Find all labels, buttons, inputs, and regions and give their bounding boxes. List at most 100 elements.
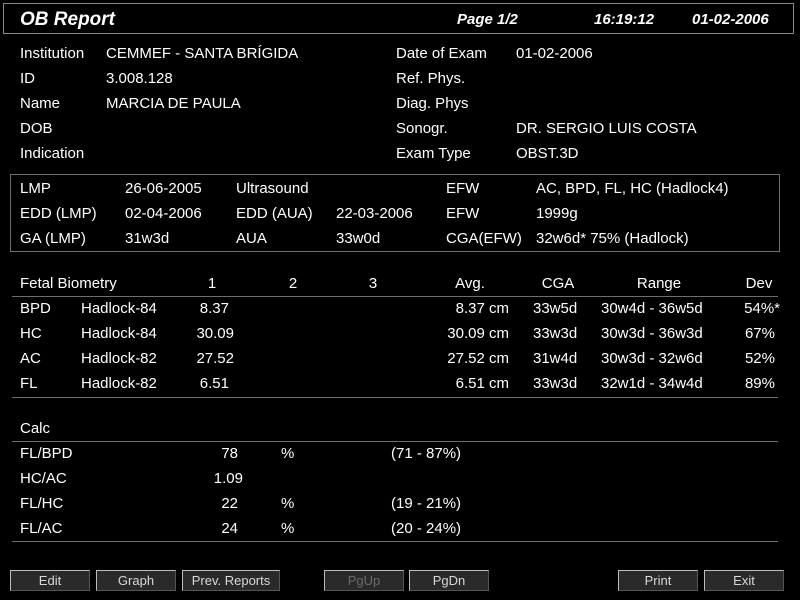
biometry-avg: 6.51 cm bbox=[455, 375, 509, 392]
sonographer-label: Sonogr. bbox=[396, 120, 448, 137]
header-time: 16:19:12 bbox=[594, 11, 655, 28]
biometry-name: BPD bbox=[20, 300, 51, 317]
calc-unit: % bbox=[281, 520, 295, 537]
title-bar: OB Report Page 1/2 16:19:12 01-02-2006 bbox=[3, 3, 794, 34]
biometry-name: HC bbox=[20, 325, 42, 342]
name-label: Name bbox=[20, 95, 61, 112]
calc-value: 1.09 bbox=[213, 470, 243, 487]
exit-button[interactable]: Exit bbox=[704, 570, 784, 591]
biometry-avg: 8.37 cm bbox=[455, 300, 509, 317]
calc-bottom-divider bbox=[12, 541, 778, 542]
biometry-measure-1: 6.51 bbox=[199, 375, 229, 392]
page-down-button[interactable]: PgDn bbox=[409, 570, 489, 591]
biometry-avg: 30.09 cm bbox=[447, 325, 509, 342]
biometry-dev: 54%* bbox=[744, 300, 780, 317]
exam-type-value: OBST.3D bbox=[516, 145, 579, 162]
calc-value: 78 bbox=[221, 445, 238, 462]
biometry-name: FL bbox=[20, 375, 38, 392]
institution-label: Institution bbox=[20, 45, 85, 62]
name-value: MARCIA DE PAULA bbox=[106, 95, 241, 112]
edit-button[interactable]: Edit bbox=[10, 570, 90, 591]
calc-name: FL/BPD bbox=[20, 445, 73, 462]
biometry-method: Hadlock-84 bbox=[81, 325, 157, 342]
efw-label: EFW bbox=[446, 180, 480, 197]
biometry-bottom-divider bbox=[12, 397, 778, 398]
exam-date-value: 01-02-2006 bbox=[516, 45, 593, 62]
ref-phys-label: Ref. Phys. bbox=[396, 70, 466, 87]
edd-aua-value: 22-03-2006 bbox=[336, 205, 413, 222]
biometry-method: Hadlock-82 bbox=[81, 350, 157, 367]
efw-method: AC, BPD, FL, HC (Hadlock4) bbox=[536, 180, 729, 197]
edd-lmp-label: EDD (LMP) bbox=[20, 205, 97, 222]
biometry-method: Hadlock-82 bbox=[81, 375, 157, 392]
exam-type-label: Exam Type bbox=[396, 145, 471, 162]
calc-value: 22 bbox=[221, 495, 238, 512]
biometry-header-2: 2 bbox=[288, 275, 298, 292]
lmp-label: LMP bbox=[20, 180, 51, 197]
biometry-measure-1: 8.37 bbox=[199, 300, 229, 317]
print-button[interactable]: Print bbox=[618, 570, 698, 591]
sonographer-value: DR. SERGIO LUIS COSTA bbox=[516, 120, 697, 137]
aua-label: AUA bbox=[236, 230, 267, 247]
biometry-range: 30w4d - 36w5d bbox=[601, 300, 703, 317]
biometry-name: AC bbox=[20, 350, 41, 367]
dob-label: DOB bbox=[20, 120, 53, 137]
calc-divider bbox=[12, 441, 778, 442]
calc-name: FL/AC bbox=[20, 520, 63, 537]
prev-reports-button[interactable]: Prev. Reports bbox=[182, 570, 280, 591]
calc-unit: % bbox=[281, 445, 295, 462]
biometry-range: 32w1d - 34w4d bbox=[601, 375, 703, 392]
calc-range: (71 - 87%) bbox=[391, 445, 462, 462]
edd-aua-label: EDD (AUA) bbox=[236, 205, 313, 222]
biometry-header-title: Fetal Biometry bbox=[20, 275, 117, 292]
biometry-cga: 31w4d bbox=[533, 350, 578, 367]
lmp-value: 26-06-2005 bbox=[125, 180, 202, 197]
biometry-header-avg: Avg. bbox=[455, 275, 485, 292]
efw-weight-label: EFW bbox=[446, 205, 480, 222]
report-title: OB Report bbox=[20, 9, 115, 30]
efw-weight-value: 1999g bbox=[536, 205, 578, 222]
biometry-range: 30w3d - 36w3d bbox=[601, 325, 703, 342]
indication-label: Indication bbox=[20, 145, 85, 162]
id-value: 3.008.128 bbox=[106, 70, 173, 87]
biometry-method: Hadlock-84 bbox=[81, 300, 157, 317]
page-up-button[interactable]: PgUp bbox=[324, 570, 404, 591]
page-indicator: Page 1/2 bbox=[457, 11, 518, 28]
ga-lmp-value: 31w3d bbox=[125, 230, 170, 247]
aua-value: 33w0d bbox=[336, 230, 381, 247]
cga-efw-label: CGA(EFW) bbox=[446, 230, 522, 247]
calc-name: HC/AC bbox=[20, 470, 67, 487]
biometry-dev: 67% bbox=[744, 325, 775, 342]
ultrasound-label: Ultrasound bbox=[236, 180, 309, 197]
biometry-cga: 33w3d bbox=[533, 325, 578, 342]
biometry-header-1: 1 bbox=[207, 275, 217, 292]
calc-range: (20 - 24%) bbox=[391, 520, 462, 537]
calc-heading: Calc bbox=[20, 420, 51, 437]
exam-date-label: Date of Exam bbox=[396, 45, 487, 62]
calc-value: 24 bbox=[221, 520, 238, 537]
institution-value: CEMMEF - SANTA BRÍGIDA bbox=[106, 45, 299, 62]
biometry-cga: 33w3d bbox=[533, 375, 578, 392]
header-date: 01-02-2006 bbox=[692, 11, 769, 28]
biometry-header-3: 3 bbox=[368, 275, 378, 292]
edd-lmp-value: 02-04-2006 bbox=[125, 205, 202, 222]
graph-button[interactable]: Graph bbox=[96, 570, 176, 591]
biometry-avg: 27.52 cm bbox=[447, 350, 509, 367]
biometry-header-dev: Dev bbox=[745, 275, 773, 292]
biometry-divider bbox=[12, 296, 778, 297]
calc-name: FL/HC bbox=[20, 495, 64, 512]
calc-unit: % bbox=[281, 495, 295, 512]
diag-phys-label: Diag. Phys bbox=[396, 95, 469, 112]
id-label: ID bbox=[20, 70, 35, 87]
biometry-cga: 33w5d bbox=[533, 300, 578, 317]
biometry-measure-1: 30.09 bbox=[196, 325, 234, 342]
biometry-range: 30w3d - 32w6d bbox=[601, 350, 703, 367]
biometry-header-range: Range bbox=[636, 275, 682, 292]
biometry-header-cga: CGA bbox=[541, 275, 575, 292]
biometry-measure-1: 27.52 bbox=[196, 350, 234, 367]
calc-range: (19 - 21%) bbox=[391, 495, 462, 512]
cga-efw-value: 32w6d* 75% (Hadlock) bbox=[536, 230, 689, 247]
biometry-dev: 89% bbox=[744, 375, 775, 392]
ga-lmp-label: GA (LMP) bbox=[20, 230, 86, 247]
biometry-dev: 52% bbox=[744, 350, 775, 367]
